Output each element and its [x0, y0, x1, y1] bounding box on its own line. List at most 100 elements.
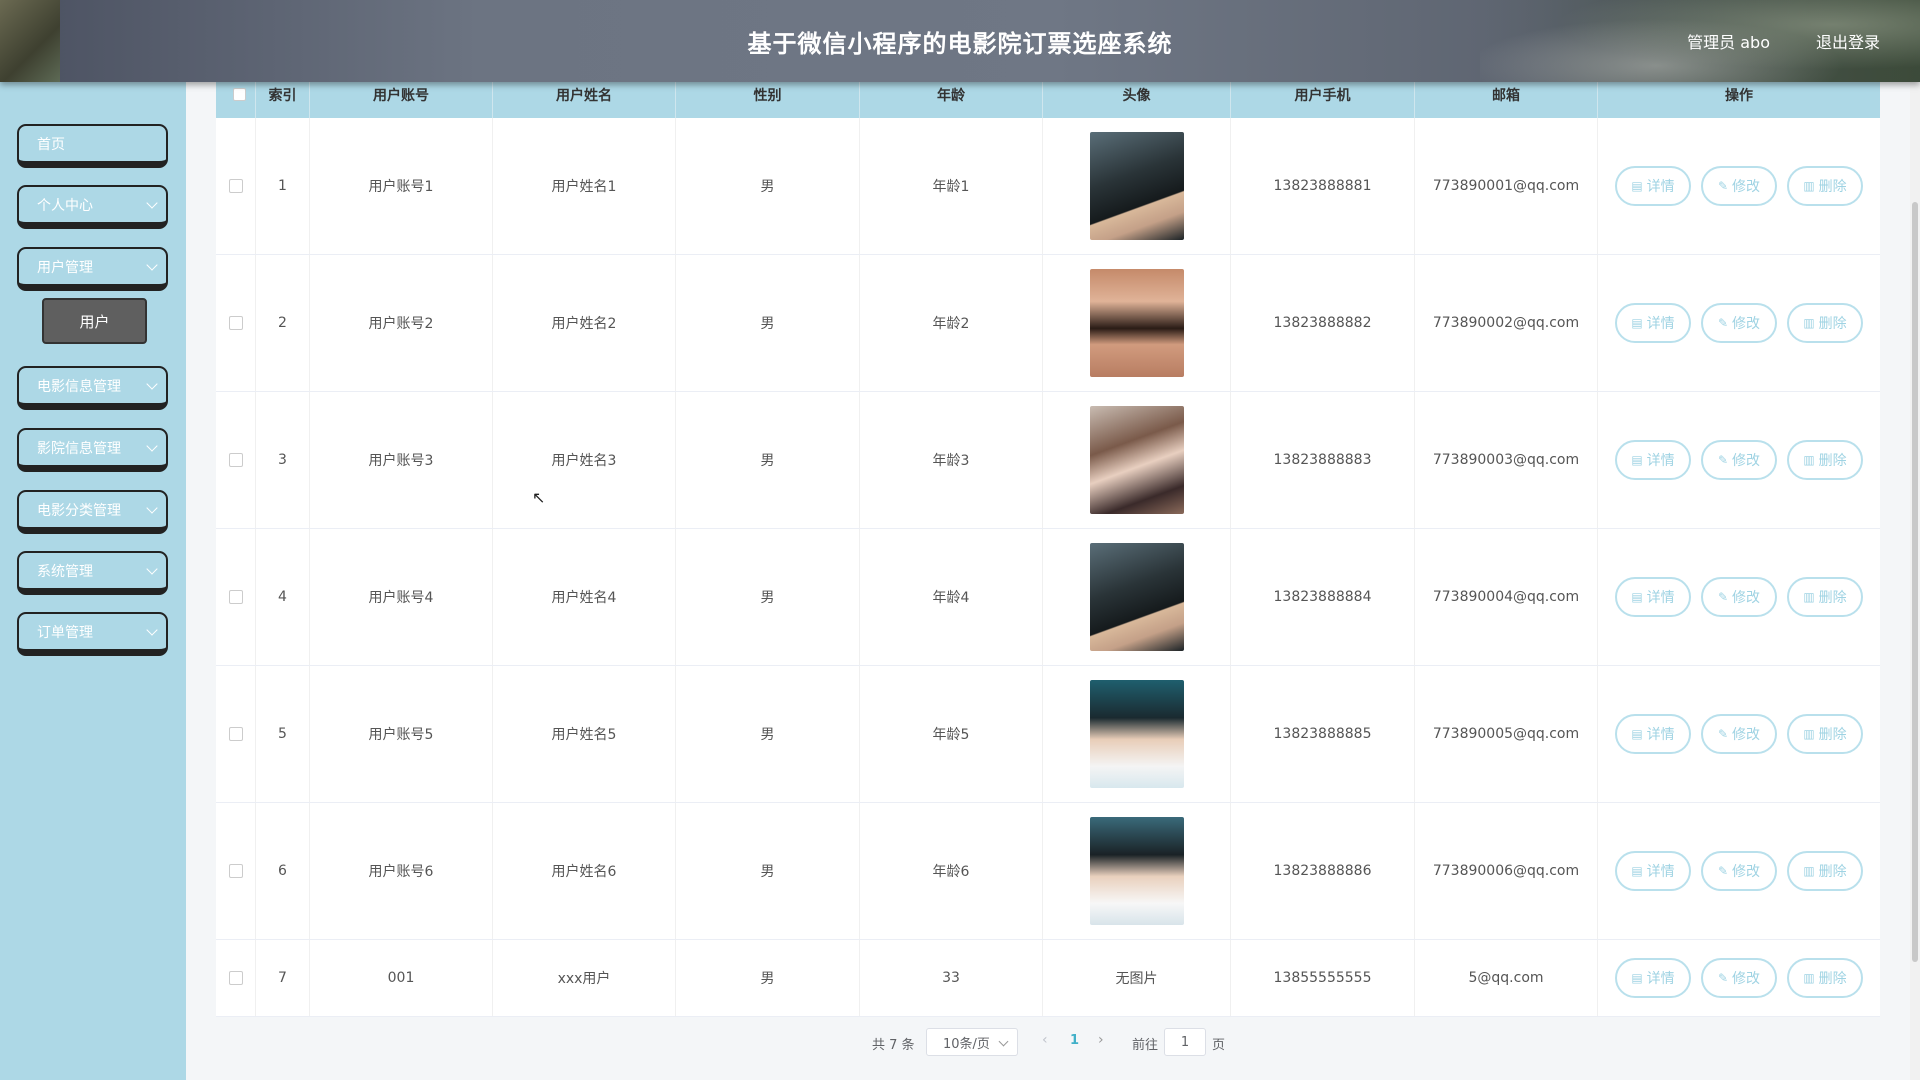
edit-button[interactable]: ✎ 修改 [1701, 958, 1777, 998]
cell-email-text: 773890003@qq.com [1432, 452, 1580, 468]
cell-email-text: 773890005@qq.com [1432, 726, 1580, 742]
user-table: 索引 用户账号 用户姓名 性别 年龄 头像 用户手机 邮箱 操作 1 用户账号1 用… [216, 82, 1880, 1017]
page-suffix-label: 页 [1212, 1038, 1226, 1053]
document-icon: ▤ [1631, 864, 1643, 878]
delete-button-label: 删除 [1818, 864, 1847, 880]
edit-button[interactable]: ✎ 修改 [1701, 440, 1777, 480]
delete-button[interactable]: ▥ 删除 [1787, 958, 1863, 998]
row-checkbox[interactable] [228, 453, 243, 467]
logout-link[interactable]: 退出登录 [1816, 29, 1880, 53]
sidebar-item-movie-info[interactable]: 电影信息管理 [17, 366, 168, 410]
scrollbar-thumb[interactable] [1912, 202, 1918, 962]
delete-button-label: 删除 [1818, 590, 1847, 606]
row-checkbox[interactable] [228, 864, 243, 878]
pencil-icon: ✎ [1717, 864, 1729, 878]
detail-button[interactable]: ▤ 详情 [1615, 166, 1691, 206]
sidebar-item-label: 电影信息管理 [37, 378, 121, 395]
cell-gender: 男 [676, 666, 860, 802]
row-checkbox[interactable] [228, 590, 243, 604]
detail-button[interactable]: ▤ 详情 [1615, 303, 1691, 343]
page-number-current[interactable]: 1 [1070, 1033, 1079, 1048]
header-select-all[interactable] [216, 82, 256, 118]
cell-index-text: 6 [278, 863, 287, 879]
cell-gender-text: 男 [760, 864, 775, 880]
cell-age: 年龄4 [860, 529, 1043, 665]
chevron-down-icon [146, 563, 158, 575]
edit-button[interactable]: ✎ 修改 [1701, 303, 1777, 343]
delete-button[interactable]: ▥ 删除 [1787, 851, 1863, 891]
detail-button-label: 详情 [1646, 316, 1675, 332]
cell-name-text: 用户姓名1 [551, 179, 617, 195]
app-title: 基于微信小程序的电影院订票选座系统 [747, 30, 1173, 58]
cell-name: 用户姓名1 [493, 118, 676, 254]
goto-page-input[interactable] [1164, 1028, 1206, 1056]
cell-age-text: 年龄1 [932, 179, 970, 195]
column-header-avatar: 头像 [1043, 82, 1231, 118]
sidebar-item-movie-category[interactable]: 电影分类管理 [17, 490, 168, 534]
detail-button[interactable]: ▤ 详情 [1615, 714, 1691, 754]
sidebar-item-label: 用户管理 [37, 259, 93, 276]
edit-button[interactable]: ✎ 修改 [1701, 166, 1777, 206]
row-checkbox[interactable] [228, 179, 243, 193]
sidebar-item-orders[interactable]: 订单管理 [17, 612, 168, 656]
sidebar-subitem-user[interactable]: 用户 [42, 298, 147, 344]
cell-age-text: 年龄6 [932, 864, 970, 880]
cell-age-text: 33 [942, 970, 960, 986]
row-checkbox[interactable] [228, 971, 243, 985]
edit-button[interactable]: ✎ 修改 [1701, 714, 1777, 754]
cell-age-text: 年龄3 [932, 453, 970, 469]
page-size-select[interactable]: 10条/页 [926, 1028, 1018, 1056]
page-scrollbar[interactable] [1910, 82, 1920, 1080]
app-header: 基于微信小程序的电影院订票选座系统 管理员 abo 退出登录 [0, 0, 1920, 82]
edit-button[interactable]: ✎ 修改 [1701, 851, 1777, 891]
cell-name-text: 用户姓名4 [551, 590, 617, 606]
cell-account-text: 用户账号2 [368, 316, 434, 332]
delete-button[interactable]: ▥ 删除 [1787, 577, 1863, 617]
cell-gender: 男 [676, 118, 860, 254]
cell-age: 33 [860, 940, 1043, 1016]
detail-button[interactable]: ▤ 详情 [1615, 851, 1691, 891]
cell-avatar [1043, 392, 1231, 528]
edit-button[interactable]: ✎ 修改 [1701, 577, 1777, 617]
delete-button[interactable]: ▥ 删除 [1787, 166, 1863, 206]
cell-actions: ▤ 详情 ✎ 修改 ▥ 删除 [1598, 529, 1880, 665]
cell-index: 5 [256, 666, 310, 802]
row-checkbox[interactable] [228, 727, 243, 741]
chevron-down-icon [998, 1036, 1009, 1047]
edit-button-label: 修改 [1732, 179, 1761, 195]
prev-page-icon[interactable]: ‹ [1042, 1032, 1048, 1048]
sidebar: 首页 个人中心 用户管理 用户 电影信息管理 影院信息管理 电影分类管理 系统管… [0, 82, 186, 1080]
select-all-checkbox[interactable] [233, 88, 246, 101]
detail-button[interactable]: ▤ 详情 [1615, 577, 1691, 617]
table-row: 6 用户账号6 用户姓名6 男 年龄6 13823888886 773890006@qq.c… [216, 803, 1880, 940]
sidebar-item-user-management[interactable]: 用户管理 [17, 247, 168, 291]
edit-button-label: 修改 [1732, 727, 1761, 743]
cell-phone: 13823888881 [1231, 118, 1415, 254]
sidebar-item-personal-center[interactable]: 个人中心 [17, 185, 168, 229]
cell-phone: 13823888885 [1231, 666, 1415, 802]
detail-button[interactable]: ▤ 详情 [1615, 958, 1691, 998]
cell-email: 773890004@qq.com [1415, 529, 1598, 665]
pencil-icon: ✎ [1717, 727, 1729, 741]
delete-button[interactable]: ▥ 删除 [1787, 440, 1863, 480]
cell-phone-text: 13823888881 [1273, 178, 1372, 194]
pencil-icon: ✎ [1717, 453, 1729, 467]
pagination: 共 7 条 10条/页 ‹ 1 › 前往 页 [186, 1024, 1920, 1064]
cell-avatar [1043, 255, 1231, 391]
column-header-phone: 用户手机 [1231, 82, 1415, 118]
row-checkbox[interactable] [228, 316, 243, 330]
cell-email: 773890005@qq.com [1415, 666, 1598, 802]
next-page-icon[interactable]: › [1098, 1032, 1104, 1048]
no-avatar-text: 无图片 [1115, 971, 1158, 987]
document-icon: ▤ [1631, 179, 1643, 193]
cell-name: 用户姓名2 [493, 255, 676, 391]
delete-button[interactable]: ▥ 删除 [1787, 714, 1863, 754]
delete-button[interactable]: ▥ 删除 [1787, 303, 1863, 343]
sidebar-item-cinema-info[interactable]: 影院信息管理 [17, 428, 168, 472]
detail-button[interactable]: ▤ 详情 [1615, 440, 1691, 480]
table-row: 4 用户账号4 用户姓名4 男 年龄4 13823888884 773890004@qq.c… [216, 529, 1880, 666]
user-avatar-image [1089, 132, 1184, 240]
sidebar-item-system[interactable]: 系统管理 [17, 551, 168, 595]
sidebar-item-home[interactable]: 首页 [17, 124, 168, 168]
cell-index-text: 1 [278, 178, 287, 194]
